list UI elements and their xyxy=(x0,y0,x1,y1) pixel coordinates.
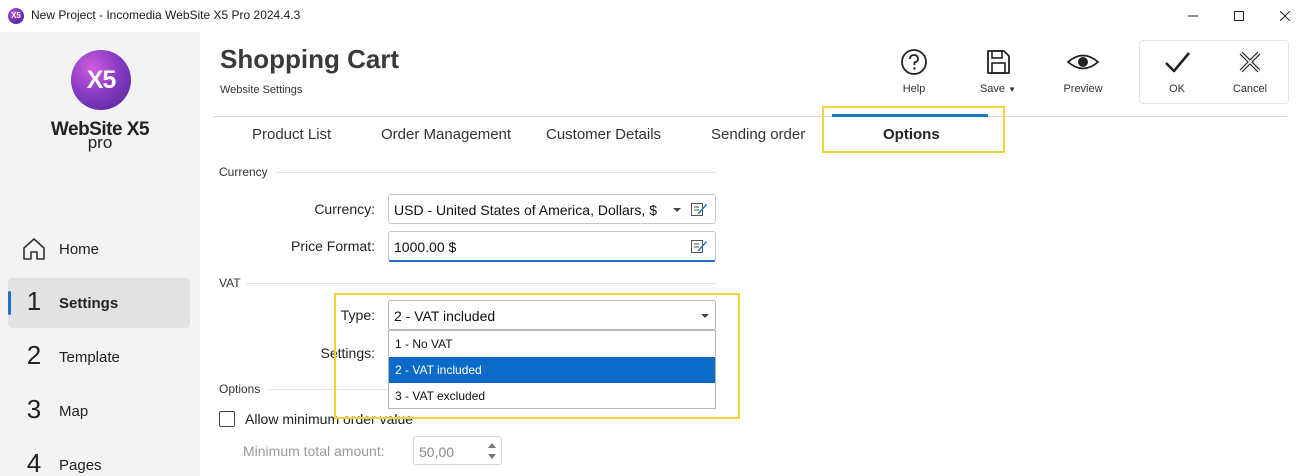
maximize-button[interactable] xyxy=(1216,0,1262,32)
help-icon xyxy=(901,49,927,75)
app-icon: X5 xyxy=(8,8,24,24)
close-window-button[interactable] xyxy=(1262,0,1308,32)
min-total-value: 50,00 xyxy=(419,444,455,460)
sidebar: X5 WebSite X5 pro Home 1 Settings 2 Temp… xyxy=(0,32,200,476)
sidebar-item-label: Pages xyxy=(59,457,102,474)
sidebar-item-home[interactable]: Home xyxy=(8,224,190,274)
minimize-button[interactable] xyxy=(1170,0,1216,32)
options-tab-highlight xyxy=(822,106,1005,153)
page-title: Shopping Cart xyxy=(220,44,400,74)
checkmark-icon xyxy=(1165,52,1190,73)
sidebar-item-template[interactable]: 2 Template xyxy=(8,332,190,382)
save-icon xyxy=(987,50,1010,74)
section-divider xyxy=(276,172,716,173)
tabs-divider xyxy=(213,116,1287,117)
close-icon xyxy=(1280,11,1290,21)
save-button[interactable]: Save ▼ xyxy=(963,44,1033,104)
sidebar-item-label: Template xyxy=(59,349,120,366)
logo-mark: X5 xyxy=(71,50,131,110)
cancel-x-icon xyxy=(1239,51,1261,73)
stepper-down-icon[interactable] xyxy=(488,454,496,459)
sidebar-item-label: Home xyxy=(59,241,100,258)
min-total-label: Minimum total amount: xyxy=(243,443,385,459)
save-label: Save ▼ xyxy=(979,83,1017,95)
tab-product-list[interactable]: Product List xyxy=(252,126,331,143)
section-divider xyxy=(246,283,716,284)
cancel-label: Cancel xyxy=(1232,83,1268,95)
min-total-stepper[interactable]: 50,00 xyxy=(413,436,502,465)
chevron-down-icon xyxy=(673,208,681,212)
stepper-up-icon[interactable] xyxy=(488,443,496,448)
currency-label: Currency: xyxy=(314,201,375,217)
sidebar-item-settings[interactable]: 1 Settings xyxy=(8,278,190,328)
sidebar-item-label: Settings xyxy=(59,295,119,312)
sidebar-item-label: Map xyxy=(59,403,89,420)
tab-sending-order[interactable]: Sending order xyxy=(711,126,805,143)
currency-select[interactable]: USD - United States of America, Dollars,… xyxy=(388,194,716,224)
maximize-icon xyxy=(1234,11,1244,21)
step-number: 2 xyxy=(26,340,42,370)
home-icon xyxy=(23,238,45,260)
page-subtitle: Website Settings xyxy=(220,84,303,96)
title-bar: X5 New Project - Incomedia WebSite X5 Pr… xyxy=(0,0,1309,32)
cancel-button[interactable]: Cancel xyxy=(1215,44,1285,104)
edit-icon[interactable] xyxy=(690,237,708,255)
vat-dropdown-highlight xyxy=(334,293,740,419)
step-number: 1 xyxy=(26,286,42,316)
help-label: Help xyxy=(902,83,926,95)
currency-section-title: Currency xyxy=(219,165,268,179)
step-number: 3 xyxy=(26,394,42,424)
currency-select-value: USD - United States of America, Dollars,… xyxy=(394,202,657,218)
tab-customer-details[interactable]: Customer Details xyxy=(546,126,661,143)
preview-button[interactable]: Preview xyxy=(1048,44,1118,104)
ok-button[interactable]: OK xyxy=(1142,44,1212,104)
chevron-down-icon: ▼ xyxy=(1008,85,1017,94)
ok-label: OK xyxy=(1169,83,1185,95)
sidebar-item-map[interactable]: 3 Map xyxy=(8,386,190,436)
tab-order-management[interactable]: Order Management xyxy=(381,126,511,143)
logo-edition: pro xyxy=(87,133,113,152)
min-order-checkbox[interactable] xyxy=(219,411,235,427)
price-format-field[interactable]: 1000.00 $ xyxy=(388,231,716,262)
help-button[interactable]: Help xyxy=(879,44,949,104)
window-title: New Project - Incomedia WebSite X5 Pro 2… xyxy=(31,8,301,22)
edit-icon[interactable] xyxy=(690,200,708,218)
step-number: 4 xyxy=(26,448,42,476)
preview-label: Preview xyxy=(1063,83,1103,95)
price-format-value: 1000.00 $ xyxy=(394,239,457,255)
minimize-icon xyxy=(1188,15,1198,17)
vat-section-title: VAT xyxy=(219,276,241,290)
price-format-label: Price Format: xyxy=(290,238,375,254)
preview-eye-icon xyxy=(1066,54,1100,70)
options-section-title: Options xyxy=(219,382,261,396)
sidebar-item-pages[interactable]: 4 Pages xyxy=(8,440,190,476)
